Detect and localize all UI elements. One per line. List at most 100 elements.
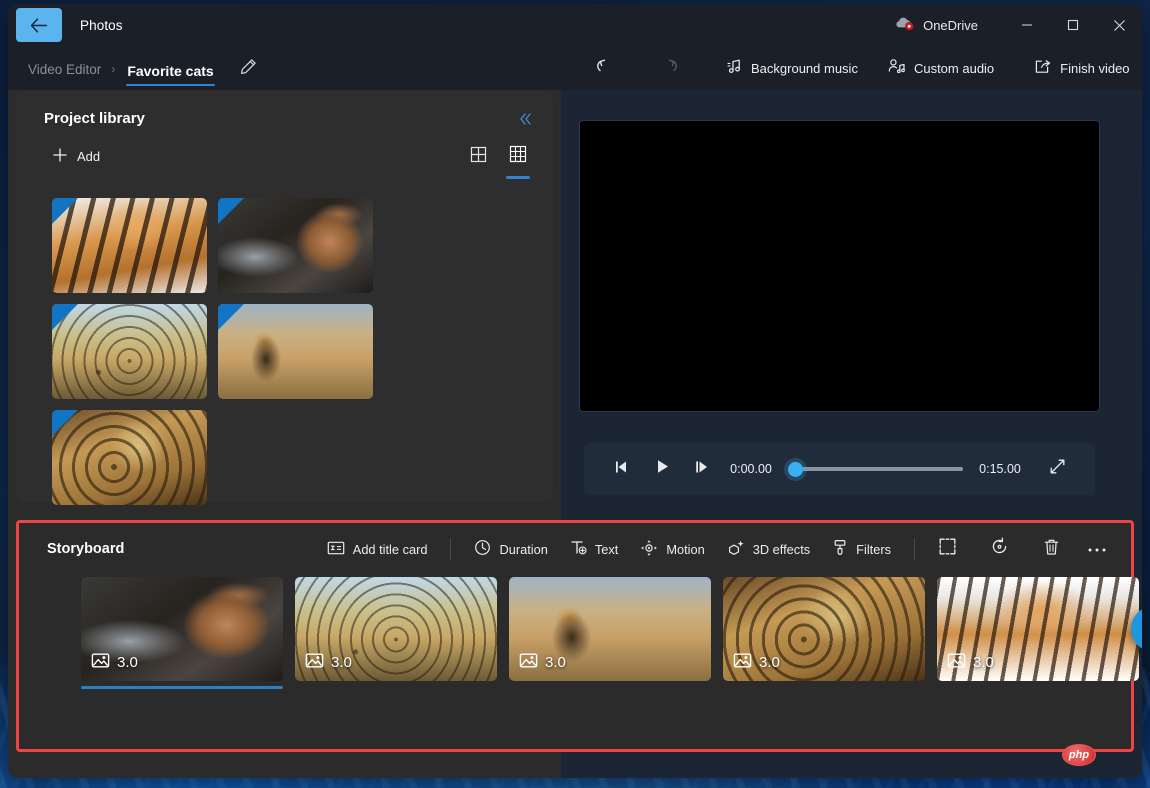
- photo-icon: [947, 652, 966, 673]
- back-button[interactable]: [16, 8, 62, 42]
- 3d-effects-label: 3D effects: [753, 542, 810, 557]
- previous-frame-icon: [614, 460, 630, 479]
- storyboard-divider-1: [450, 538, 451, 560]
- filters-label: Filters: [856, 542, 891, 557]
- previous-frame-button[interactable]: [602, 451, 642, 487]
- minimize-icon: [1021, 19, 1033, 31]
- play-button[interactable]: [642, 451, 682, 487]
- delete-button[interactable]: [1031, 532, 1071, 566]
- selection-corner-icon: [218, 198, 244, 224]
- library-item-cougar[interactable]: [218, 198, 373, 293]
- maximize-button[interactable]: [1050, 4, 1096, 46]
- storyboard-more-button[interactable]: [1077, 532, 1117, 566]
- text-add-icon: [570, 539, 587, 559]
- title-bar-right: OneDrive: [895, 4, 1142, 46]
- playback-slider[interactable]: [788, 458, 963, 480]
- title-card-icon: [327, 540, 345, 559]
- storyboard-clips: 3.0: [19, 575, 1131, 681]
- rename-project-button[interactable]: [224, 58, 267, 90]
- storyboard-clip-wrapper: 3.0: [937, 577, 1139, 681]
- trash-icon: [1043, 538, 1060, 561]
- library-header: Project library: [16, 90, 553, 127]
- pencil-icon: [240, 62, 257, 79]
- clip-duration-badge: 3.0: [519, 652, 566, 673]
- selection-corner-icon: [52, 304, 78, 330]
- library-item-leopard[interactable]: [52, 410, 207, 505]
- motion-icon: [640, 539, 658, 560]
- large-grid-view-button[interactable]: [463, 142, 493, 172]
- clip-duration-label: 3.0: [545, 654, 566, 671]
- filters-brush-icon: [832, 539, 848, 559]
- library-item-lion[interactable]: [218, 304, 373, 399]
- photo-icon: [305, 652, 324, 673]
- more-options-icon: [1087, 540, 1107, 558]
- photo-icon: [733, 652, 752, 673]
- storyboard-clip-cougar[interactable]: 3.0: [81, 577, 283, 681]
- storyboard-clip-wrapper: 3.0: [723, 577, 925, 681]
- filters-button[interactable]: Filters: [821, 532, 902, 566]
- storyboard-clip-wrapper: 3.0: [295, 577, 497, 681]
- clip-duration-badge: 3.0: [91, 652, 138, 673]
- storyboard-clip-leopard[interactable]: 3.0: [723, 577, 925, 681]
- redo-button[interactable]: [658, 51, 680, 85]
- maximize-icon: [1067, 19, 1079, 31]
- clip-duration-label: 3.0: [117, 654, 138, 671]
- storyboard-clip-cheetah[interactable]: 3.0: [295, 577, 497, 681]
- project-library-panel: Project library Add: [16, 90, 553, 502]
- playback-controls: 0:00.00 0:15.00: [584, 443, 1095, 495]
- minimize-button[interactable]: [1004, 4, 1050, 46]
- total-time-label: 0:15.00: [971, 462, 1029, 476]
- rotate-button[interactable]: [979, 532, 1019, 566]
- video-preview[interactable]: [580, 121, 1099, 411]
- rotate-icon: [990, 537, 1009, 561]
- undo-button[interactable]: [594, 51, 616, 85]
- fullscreen-button[interactable]: [1037, 451, 1077, 487]
- text-button[interactable]: Text: [559, 532, 629, 566]
- text-label: Text: [595, 542, 618, 557]
- custom-audio-button[interactable]: Custom audio: [878, 52, 1004, 84]
- storyboard-header: Storyboard Add title card: [19, 523, 1131, 575]
- grid-3x3-icon: [509, 145, 527, 168]
- motion-button[interactable]: Motion: [629, 532, 715, 567]
- php-watermark-badge: php: [1062, 744, 1096, 766]
- title-bar: Photos OneDrive: [8, 4, 1142, 46]
- selection-corner-icon: [218, 304, 244, 330]
- crop-resize-button[interactable]: [927, 532, 967, 566]
- storyboard-divider-2: [914, 538, 915, 560]
- play-icon: [655, 459, 670, 479]
- custom-audio-label: Custom audio: [914, 61, 994, 76]
- music-note-icon: [726, 58, 743, 78]
- breadcrumb-video-editor[interactable]: Video Editor: [20, 62, 109, 90]
- clip-duration-label: 3.0: [331, 654, 352, 671]
- clip-selected-indicator: [81, 686, 283, 690]
- background-music-label: Background music: [751, 61, 858, 76]
- 3d-effects-button[interactable]: 3D effects: [716, 532, 821, 567]
- collapse-library-button[interactable]: [517, 111, 533, 127]
- storyboard-clip-lion[interactable]: 3.0: [509, 577, 711, 681]
- slider-thumb[interactable]: [788, 462, 803, 477]
- small-grid-view-button[interactable]: [503, 142, 533, 172]
- background-music-button[interactable]: Background music: [716, 52, 868, 84]
- finish-video-button[interactable]: Finish video: [1024, 52, 1139, 84]
- add-title-card-label: Add title card: [353, 542, 428, 557]
- add-media-button[interactable]: Add: [44, 141, 108, 172]
- close-button[interactable]: [1096, 4, 1142, 46]
- photo-icon: [519, 652, 538, 673]
- next-frame-button[interactable]: [682, 451, 722, 487]
- redo-icon: [658, 56, 680, 81]
- onedrive-label: OneDrive: [923, 18, 978, 33]
- plus-icon: [52, 147, 68, 166]
- double-chevron-left-icon: [517, 114, 533, 131]
- add-title-card-button[interactable]: Add title card: [316, 533, 439, 566]
- library-title: Project library: [44, 110, 145, 127]
- storyboard-clip-wrapper: 3.0: [81, 577, 283, 681]
- library-item-cheetah[interactable]: [52, 304, 207, 399]
- breadcrumb-project-name[interactable]: Favorite cats: [117, 63, 223, 90]
- grid-2x2-icon: [470, 146, 487, 168]
- library-item-tiger[interactable]: [52, 198, 207, 293]
- add-media-label: Add: [77, 149, 100, 164]
- storyboard-clip-tiger[interactable]: 3.0: [937, 577, 1139, 681]
- photo-icon: [91, 652, 110, 673]
- duration-button[interactable]: Duration: [463, 532, 558, 566]
- onedrive-status-button[interactable]: OneDrive: [895, 15, 978, 36]
